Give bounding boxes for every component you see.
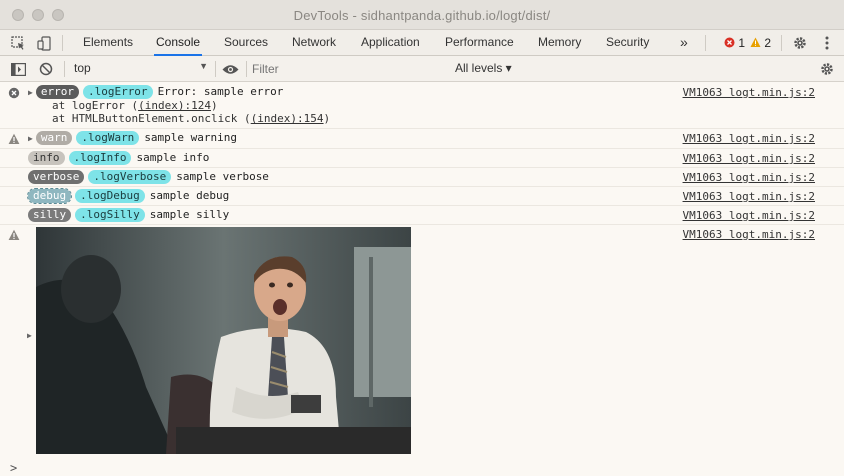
expand-triangle-icon[interactable]: ▶ bbox=[28, 134, 33, 143]
tab-sources[interactable]: Sources bbox=[222, 30, 270, 56]
method-tag: .logError bbox=[82, 85, 153, 99]
sidebar-toggle-icon[interactable] bbox=[9, 60, 27, 78]
device-toolbar-icon[interactable] bbox=[35, 34, 53, 52]
console-message-warn: ▶ warn .logWarn sample warning VM1063 logt.… bbox=[0, 129, 844, 148]
console-toolbar: top ▼ All levels ▾ bbox=[0, 56, 844, 82]
expand-triangle-icon[interactable]: ▶ bbox=[28, 88, 33, 97]
expand-triangle-icon[interactable]: ▶ bbox=[27, 331, 32, 340]
divider bbox=[215, 61, 216, 77]
source-link[interactable]: VM1063 logt.min.js:2 bbox=[683, 228, 815, 241]
error-icon bbox=[724, 37, 735, 48]
warning-icon bbox=[750, 37, 761, 47]
console-message-debug: debug .logDebug sample debug VM1063 logt.m… bbox=[0, 187, 844, 206]
console-message-error: ▶ error .logError Error: sample error at lo… bbox=[0, 83, 844, 128]
error-icon bbox=[8, 87, 20, 99]
console-settings-gear-icon[interactable] bbox=[818, 60, 836, 78]
context-select[interactable]: top ▼ bbox=[74, 61, 210, 77]
divider bbox=[705, 35, 706, 51]
live-expression-eye-icon[interactable] bbox=[221, 60, 239, 78]
stack-line: at logError ((index):124) bbox=[52, 99, 218, 112]
vertical-dots-icon[interactable] bbox=[818, 34, 836, 52]
warning-icon bbox=[8, 229, 20, 240]
devtools-tabbar: Elements Console Sources Network Applica… bbox=[0, 30, 844, 56]
gear-icon[interactable] bbox=[791, 34, 809, 52]
stack-link[interactable]: (index):124 bbox=[138, 99, 211, 112]
window-titlebar: DevTools - sidhantpanda.github.io/logt/d… bbox=[0, 0, 844, 30]
console-prompt[interactable]: > bbox=[10, 461, 17, 475]
console-message-info: info .logInfo sample info VM1063 logt.min.… bbox=[0, 149, 844, 168]
tab-security[interactable]: Security bbox=[604, 30, 651, 56]
source-link[interactable]: VM1063 logt.min.js:2 bbox=[683, 86, 815, 99]
message-text: sample verbose bbox=[176, 170, 269, 183]
warning-icon bbox=[8, 133, 20, 144]
level-tag: verbose bbox=[28, 170, 85, 184]
divider bbox=[246, 61, 247, 77]
level-tag: info bbox=[28, 151, 65, 165]
divider bbox=[781, 35, 782, 51]
prompt-caret-icon: > bbox=[10, 461, 18, 475]
message-text: sample info bbox=[136, 151, 210, 164]
stack-link[interactable]: (index):154 bbox=[251, 112, 324, 125]
tab-console[interactable]: Console bbox=[154, 30, 203, 56]
method-tag: .logWarn bbox=[76, 131, 140, 145]
warning-count-badge[interactable]: 2 bbox=[750, 36, 771, 50]
stack-line: at HTMLButtonElement.onclick ((index):15… bbox=[52, 112, 331, 125]
filter-input[interactable] bbox=[252, 60, 442, 78]
source-link[interactable]: VM1063 logt.min.js:2 bbox=[683, 132, 815, 145]
clear-console-icon[interactable] bbox=[37, 60, 55, 78]
message-text: sample warning bbox=[144, 131, 238, 144]
method-tag: .logInfo bbox=[68, 151, 132, 165]
level-tag: error bbox=[35, 85, 79, 99]
window-title: DevTools - sidhantpanda.github.io/logt/d… bbox=[293, 8, 551, 23]
tab-performance[interactable]: Performance bbox=[443, 30, 516, 56]
method-tag: .logVerbose bbox=[88, 170, 172, 184]
message-text: sample silly bbox=[149, 208, 230, 221]
method-tag: .logDebug bbox=[75, 189, 145, 203]
level-tag: warn bbox=[35, 131, 73, 145]
more-tabs-button[interactable]: » bbox=[678, 30, 690, 56]
tab-elements[interactable]: Elements bbox=[81, 30, 135, 56]
tab-memory[interactable]: Memory bbox=[536, 30, 583, 56]
console-message-verbose: verbose .logVerbose sample verbose VM1063 … bbox=[0, 168, 844, 187]
console-messages: ▶ error .logError Error: sample error at lo… bbox=[0, 83, 844, 476]
inspect-element-icon[interactable] bbox=[9, 34, 27, 52]
dropdown-arrow-icon: ▼ bbox=[199, 61, 208, 71]
source-link[interactable]: VM1063 logt.min.js:2 bbox=[683, 171, 815, 184]
divider bbox=[62, 35, 63, 51]
tab-application[interactable]: Application bbox=[359, 30, 422, 56]
divider bbox=[64, 61, 65, 77]
method-tag: .logSilly bbox=[75, 208, 145, 222]
tab-network[interactable]: Network bbox=[290, 30, 338, 56]
message-text: sample debug bbox=[149, 189, 230, 202]
console-logged-image bbox=[36, 227, 411, 454]
console-message-silly: silly .logSilly sample silly VM1063 logt.m… bbox=[0, 206, 844, 225]
error-count-badge[interactable]: 1 bbox=[724, 36, 745, 50]
message-text: Error: sample error bbox=[157, 85, 284, 98]
log-levels-dropdown[interactable]: All levels ▾ bbox=[455, 61, 512, 75]
level-tag: debug bbox=[26, 188, 73, 204]
source-link[interactable]: VM1063 logt.min.js:2 bbox=[683, 209, 815, 222]
source-link[interactable]: VM1063 logt.min.js:2 bbox=[683, 190, 815, 203]
source-link[interactable]: VM1063 logt.min.js:2 bbox=[683, 152, 815, 165]
level-tag: silly bbox=[28, 208, 72, 222]
